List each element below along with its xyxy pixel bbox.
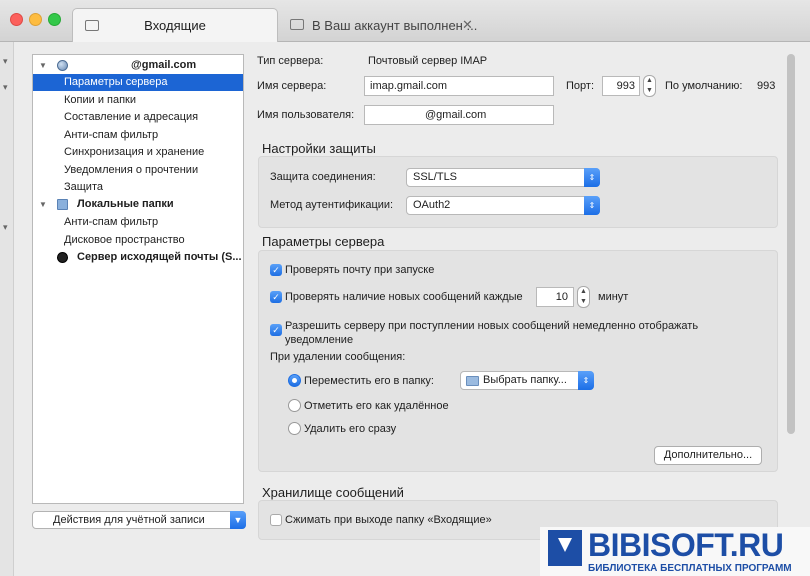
account-actions-menu[interactable]: Действия для учётной записи ▼ xyxy=(32,511,246,529)
collapse-icon: ▾ xyxy=(3,56,8,66)
disclosure-triangle-icon[interactable]: ▼ xyxy=(39,196,47,213)
tab-inbox[interactable]: Входящие xyxy=(72,8,278,42)
folder-select[interactable]: Выбрать папку... ⇕ xyxy=(460,371,594,390)
check-on-start-label: Проверять почту при запуске xyxy=(285,264,435,276)
collapse-icon: ▾ xyxy=(3,82,8,92)
title-bar: Входящие В Ваш аккаунт выполнен ... ✕ xyxy=(0,0,810,42)
check-every-label: Проверять наличие новых сообщений каждые xyxy=(285,291,523,303)
tree-item-label: Локальные папки xyxy=(77,198,174,210)
security-group xyxy=(258,156,778,228)
close-window-button[interactable] xyxy=(10,13,23,26)
port-stepper[interactable]: ▲ ▼ xyxy=(643,75,656,97)
connection-security-select[interactable]: SSL/TLS ⇕ xyxy=(406,168,600,187)
tree-item-label: Копии и папки xyxy=(64,94,137,106)
tree-item-label: Анти-спам фильтр xyxy=(64,129,159,141)
compact-on-exit-checkbox[interactable] xyxy=(270,514,282,526)
folder-select-value: Выбрать папку... xyxy=(483,374,567,386)
watermark: BIBISOFT.RU БИБЛИОТЕКА БЕСПЛАТНЫХ ПРОГРА… xyxy=(540,527,810,576)
local-folders-icon xyxy=(57,199,68,210)
tree-item-label: Дисковое пространство xyxy=(64,234,185,246)
tree-account[interactable]: ▼ @gmail.com xyxy=(33,57,243,74)
username-field[interactable]: @gmail.com xyxy=(364,105,554,125)
chevron-down-icon: ▼ xyxy=(230,511,246,529)
download-logo-icon xyxy=(548,530,582,566)
watermark-subtitle: БИБЛИОТЕКА БЕСПЛАТНЫХ ПРОГРАММ xyxy=(588,563,792,574)
tree-local-folders[interactable]: ▼ Локальные папки xyxy=(33,196,243,213)
allow-notify-checkbox[interactable]: ✓ xyxy=(270,324,282,336)
tree-item-label: Сервер исходящей почты (S... xyxy=(77,251,242,263)
tree-item-label: Уведомления о прочтении xyxy=(64,164,199,176)
port-label: Порт: xyxy=(566,80,594,92)
tree-item-receipts[interactable]: Уведомления о прочтении xyxy=(33,162,243,179)
tree-item-sync[interactable]: Синхронизация и хранение xyxy=(33,144,243,161)
storage-title: Хранилище сообщений xyxy=(262,485,404,500)
move-to-folder-label: Переместить его в папку: xyxy=(304,375,434,387)
account-name: @gmail.com xyxy=(131,59,197,71)
compact-on-exit-label: Сжимать при выходе папку «Входящие» xyxy=(285,514,492,526)
check-interval-field[interactable]: 10 xyxy=(536,287,574,307)
outgoing-server-icon xyxy=(57,252,68,263)
chevron-updown-icon: ⇕ xyxy=(584,168,600,187)
check-every-checkbox[interactable]: ✓ xyxy=(270,291,282,303)
tree-item-label: Анти-спам фильтр xyxy=(64,216,159,228)
minutes-label: минут xyxy=(598,291,629,303)
advanced-button[interactable]: Дополнительно... xyxy=(654,446,762,465)
window-edge: ▾ ▾ ▾ xyxy=(0,42,14,576)
folder-icon xyxy=(466,376,479,386)
auth-method-select[interactable]: OAuth2 ⇕ xyxy=(406,196,600,215)
port-field[interactable]: 993 xyxy=(602,76,640,96)
tree-item-label: Параметры сервера xyxy=(64,76,168,88)
server-name-label: Имя сервера: xyxy=(257,80,327,92)
tab-message-label: В Ваш аккаунт выполнен ... xyxy=(312,17,478,33)
minimize-window-button[interactable] xyxy=(29,13,42,26)
tree-item-label: Синхронизация и хранение xyxy=(64,146,205,158)
tree-item-label: Составление и адресация xyxy=(64,111,199,123)
auth-method-value: OAuth2 xyxy=(413,199,451,211)
on-delete-label: При удалении сообщения: xyxy=(270,351,406,363)
chevron-updown-icon: ⇕ xyxy=(584,196,600,215)
close-tab-icon[interactable]: ✕ xyxy=(462,17,473,33)
globe-icon xyxy=(57,60,68,71)
envelope-icon xyxy=(290,19,304,30)
watermark-title: BIBISOFT.RU xyxy=(588,527,784,563)
tree-item-copies-folders[interactable]: Копии и папки xyxy=(33,92,243,109)
delete-now-radio[interactable] xyxy=(288,422,301,435)
tree-outgoing-server[interactable]: Сервер исходящей почты (S... xyxy=(33,249,243,266)
delete-now-label: Удалить его сразу xyxy=(304,423,397,435)
server-name-field[interactable]: imap.gmail.com xyxy=(364,76,554,96)
username-label: Имя пользователя: xyxy=(257,109,355,121)
default-port-label: По умолчанию: xyxy=(665,80,743,92)
mark-deleted-radio[interactable] xyxy=(288,399,301,412)
check-interval-stepper[interactable]: ▲ ▼ xyxy=(577,286,590,308)
zoom-window-button[interactable] xyxy=(48,13,61,26)
connection-security-value: SSL/TLS xyxy=(413,171,458,183)
default-port-value: 993 xyxy=(757,80,776,92)
security-title: Настройки защиты xyxy=(262,141,376,156)
server-settings-title: Параметры сервера xyxy=(262,234,385,249)
chevron-updown-icon: ⇕ xyxy=(578,371,594,390)
mark-deleted-label: Отметить его как удалённое xyxy=(304,400,449,412)
collapse-icon: ▾ xyxy=(3,222,8,232)
disclosure-triangle-icon[interactable]: ▼ xyxy=(39,57,47,74)
tab-message[interactable]: В Ваш аккаунт выполнен ... ✕ xyxy=(284,8,494,42)
tree-item-label: Защита xyxy=(64,181,103,193)
auth-method-label: Метод аутентификации: xyxy=(270,199,394,211)
scrollbar[interactable] xyxy=(787,54,795,434)
account-tree: ▼ @gmail.com Параметры сервера Копии и п… xyxy=(32,54,244,504)
connection-security-label: Защита соединения: xyxy=(270,171,376,183)
tab-inbox-label: Входящие xyxy=(144,18,206,33)
server-type-value: Почтовый сервер IMAP xyxy=(368,55,488,67)
tree-item-security[interactable]: Защита xyxy=(33,179,243,196)
tree-item-server-settings[interactable]: Параметры сервера xyxy=(33,74,243,91)
move-to-folder-radio[interactable] xyxy=(288,374,301,387)
tree-item-composition[interactable]: Составление и адресация xyxy=(33,109,243,126)
account-actions-label: Действия для учётной записи xyxy=(53,514,205,526)
tree-item-disk-space[interactable]: Дисковое пространство xyxy=(33,232,243,249)
server-type-label: Тип сервера: xyxy=(257,55,324,67)
check-on-start-checkbox[interactable]: ✓ xyxy=(270,264,282,276)
tree-item-junk[interactable]: Анти-спам фильтр xyxy=(33,127,243,144)
allow-notify-label: Разрешить серверу при поступлении новых … xyxy=(285,320,699,346)
tree-item-local-junk[interactable]: Анти-спам фильтр xyxy=(33,214,243,231)
